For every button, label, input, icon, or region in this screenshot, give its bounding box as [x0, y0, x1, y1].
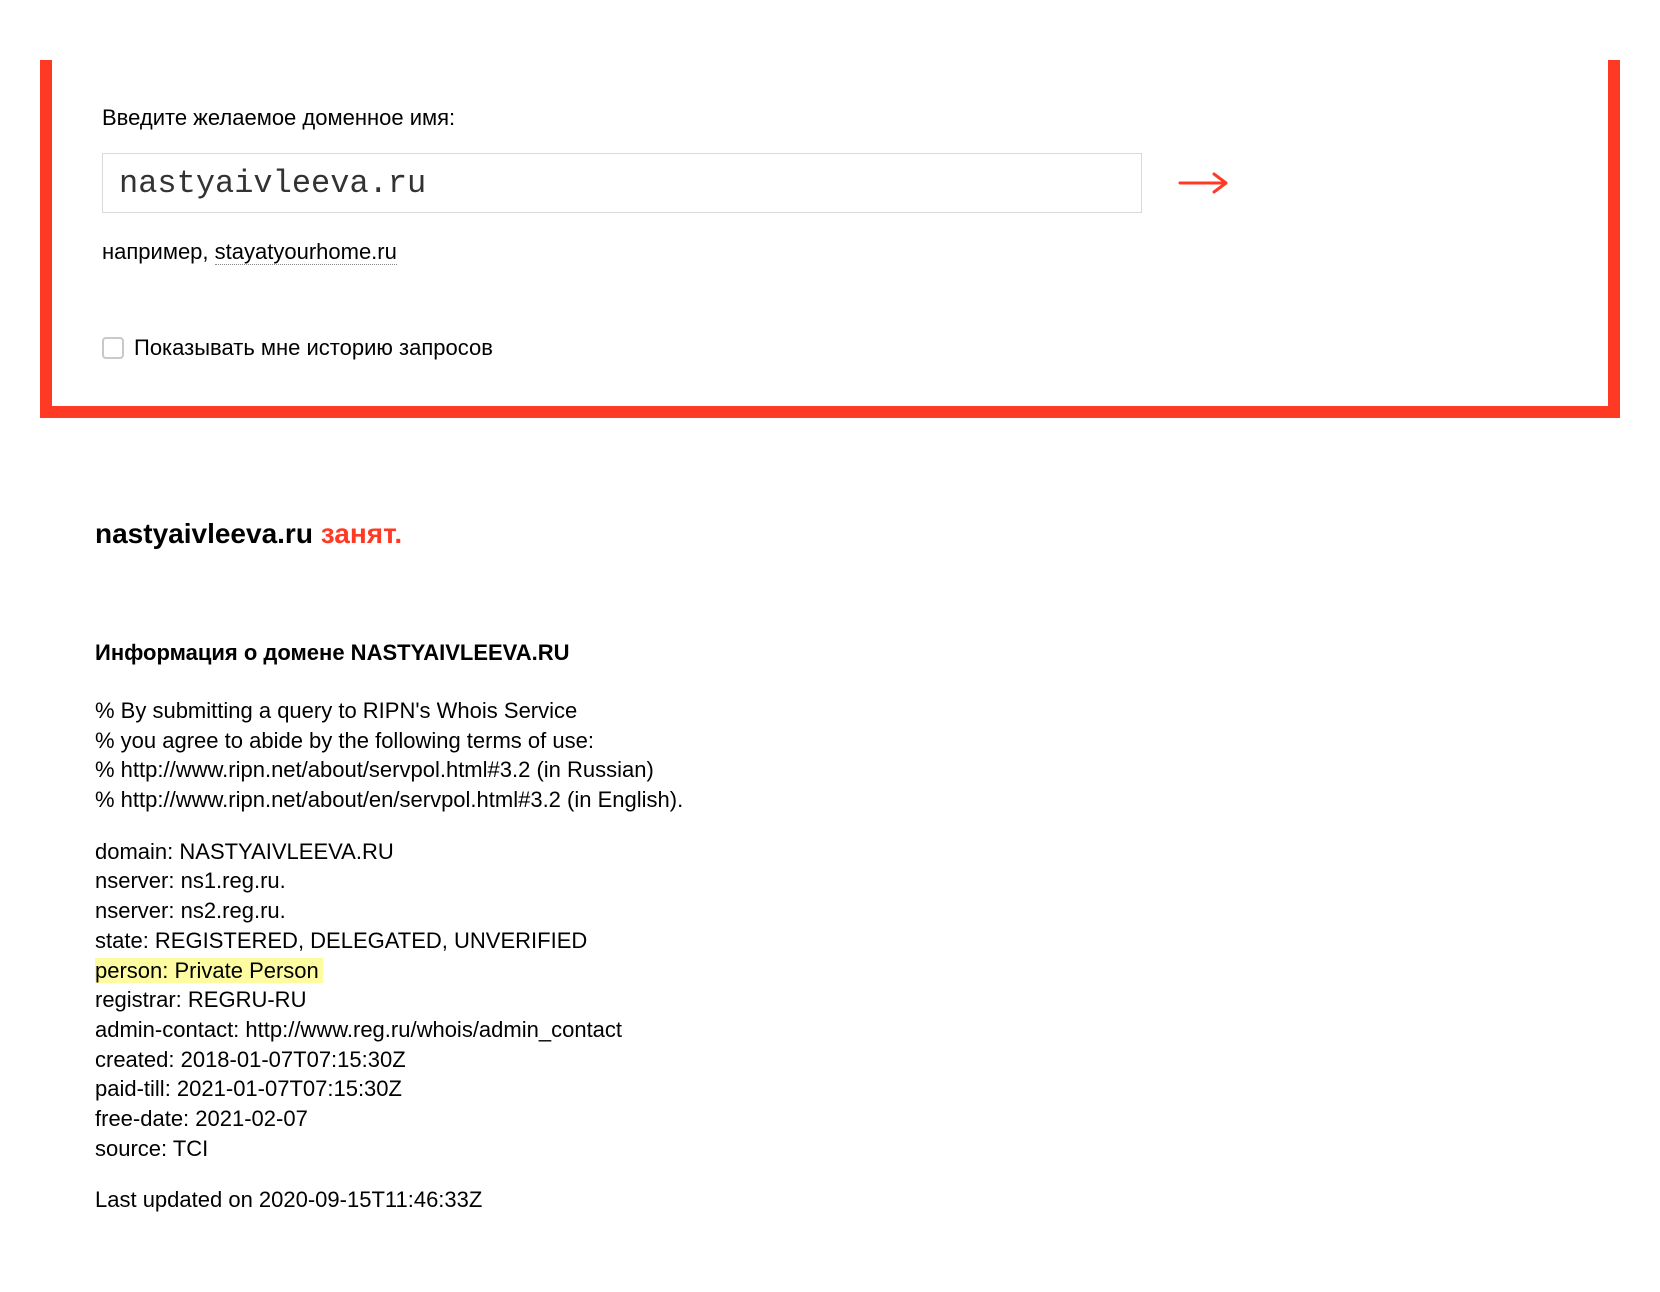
- whois-admin-contact: admin-contact: http://www.reg.ru/whois/a…: [95, 1015, 1620, 1045]
- results-content: nastyaivleeva.ru занят. Информация о дом…: [95, 518, 1620, 1215]
- history-checkbox[interactable]: [102, 337, 124, 359]
- whois-nserver: nserver: ns2.reg.ru.: [95, 896, 1620, 926]
- example-line: например, stayatyourhome.ru: [102, 239, 1558, 265]
- whois-preamble-line: % By submitting a query to RIPN's Whois …: [95, 696, 1620, 726]
- whois-last-updated: Last updated on 2020-09-15T11:46:33Z: [95, 1185, 1620, 1215]
- whois-created: created: 2018-01-07T07:15:30Z: [95, 1045, 1620, 1075]
- whois-source: source: TCI: [95, 1134, 1620, 1164]
- whois-preamble-line: % you agree to abide by the following te…: [95, 726, 1620, 756]
- search-prompt-label: Введите желаемое доменное имя:: [102, 105, 1558, 131]
- example-domain-link[interactable]: stayatyourhome.ru: [215, 239, 397, 265]
- whois-blank-line: [95, 1163, 1620, 1185]
- status-badge: занят.: [321, 518, 402, 549]
- whois-preamble-line: % http://www.ripn.net/about/en/servpol.h…: [95, 785, 1620, 815]
- info-heading: Информация о домене NASTYAIVLEEVA.RU: [95, 640, 1620, 666]
- whois-blank-line: [95, 815, 1620, 837]
- search-panel: Введите желаемое доменное имя: например,…: [40, 60, 1620, 418]
- whois-free-date: free-date: 2021-02-07: [95, 1104, 1620, 1134]
- domain-input[interactable]: [102, 153, 1142, 213]
- whois-nserver: nserver: ns1.reg.ru.: [95, 866, 1620, 896]
- whois-paid-till: paid-till: 2021-01-07T07:15:30Z: [95, 1074, 1620, 1104]
- domain-status-line: nastyaivleeva.ru занят.: [95, 518, 1620, 550]
- whois-person: person: Private Person: [95, 956, 1620, 986]
- whois-output: % By submitting a query to RIPN's Whois …: [95, 696, 1620, 1215]
- submit-button[interactable]: [1162, 163, 1246, 203]
- whois-preamble-line: % http://www.ripn.net/about/servpol.html…: [95, 755, 1620, 785]
- history-row: Показывать мне историю запросов: [102, 335, 1558, 361]
- search-input-row: [102, 153, 1558, 213]
- example-prefix: например,: [102, 239, 215, 264]
- whois-registrar: registrar: REGRU-RU: [95, 985, 1620, 1015]
- whois-state: state: REGISTERED, DELEGATED, UNVERIFIED: [95, 926, 1620, 956]
- whois-domain: domain: NASTYAIVLEEVA.RU: [95, 837, 1620, 867]
- arrow-right-icon: [1178, 171, 1230, 195]
- highlighted-text: person: Private Person: [95, 958, 323, 983]
- result-domain: nastyaivleeva.ru: [95, 518, 313, 549]
- history-checkbox-label[interactable]: Показывать мне историю запросов: [134, 335, 493, 361]
